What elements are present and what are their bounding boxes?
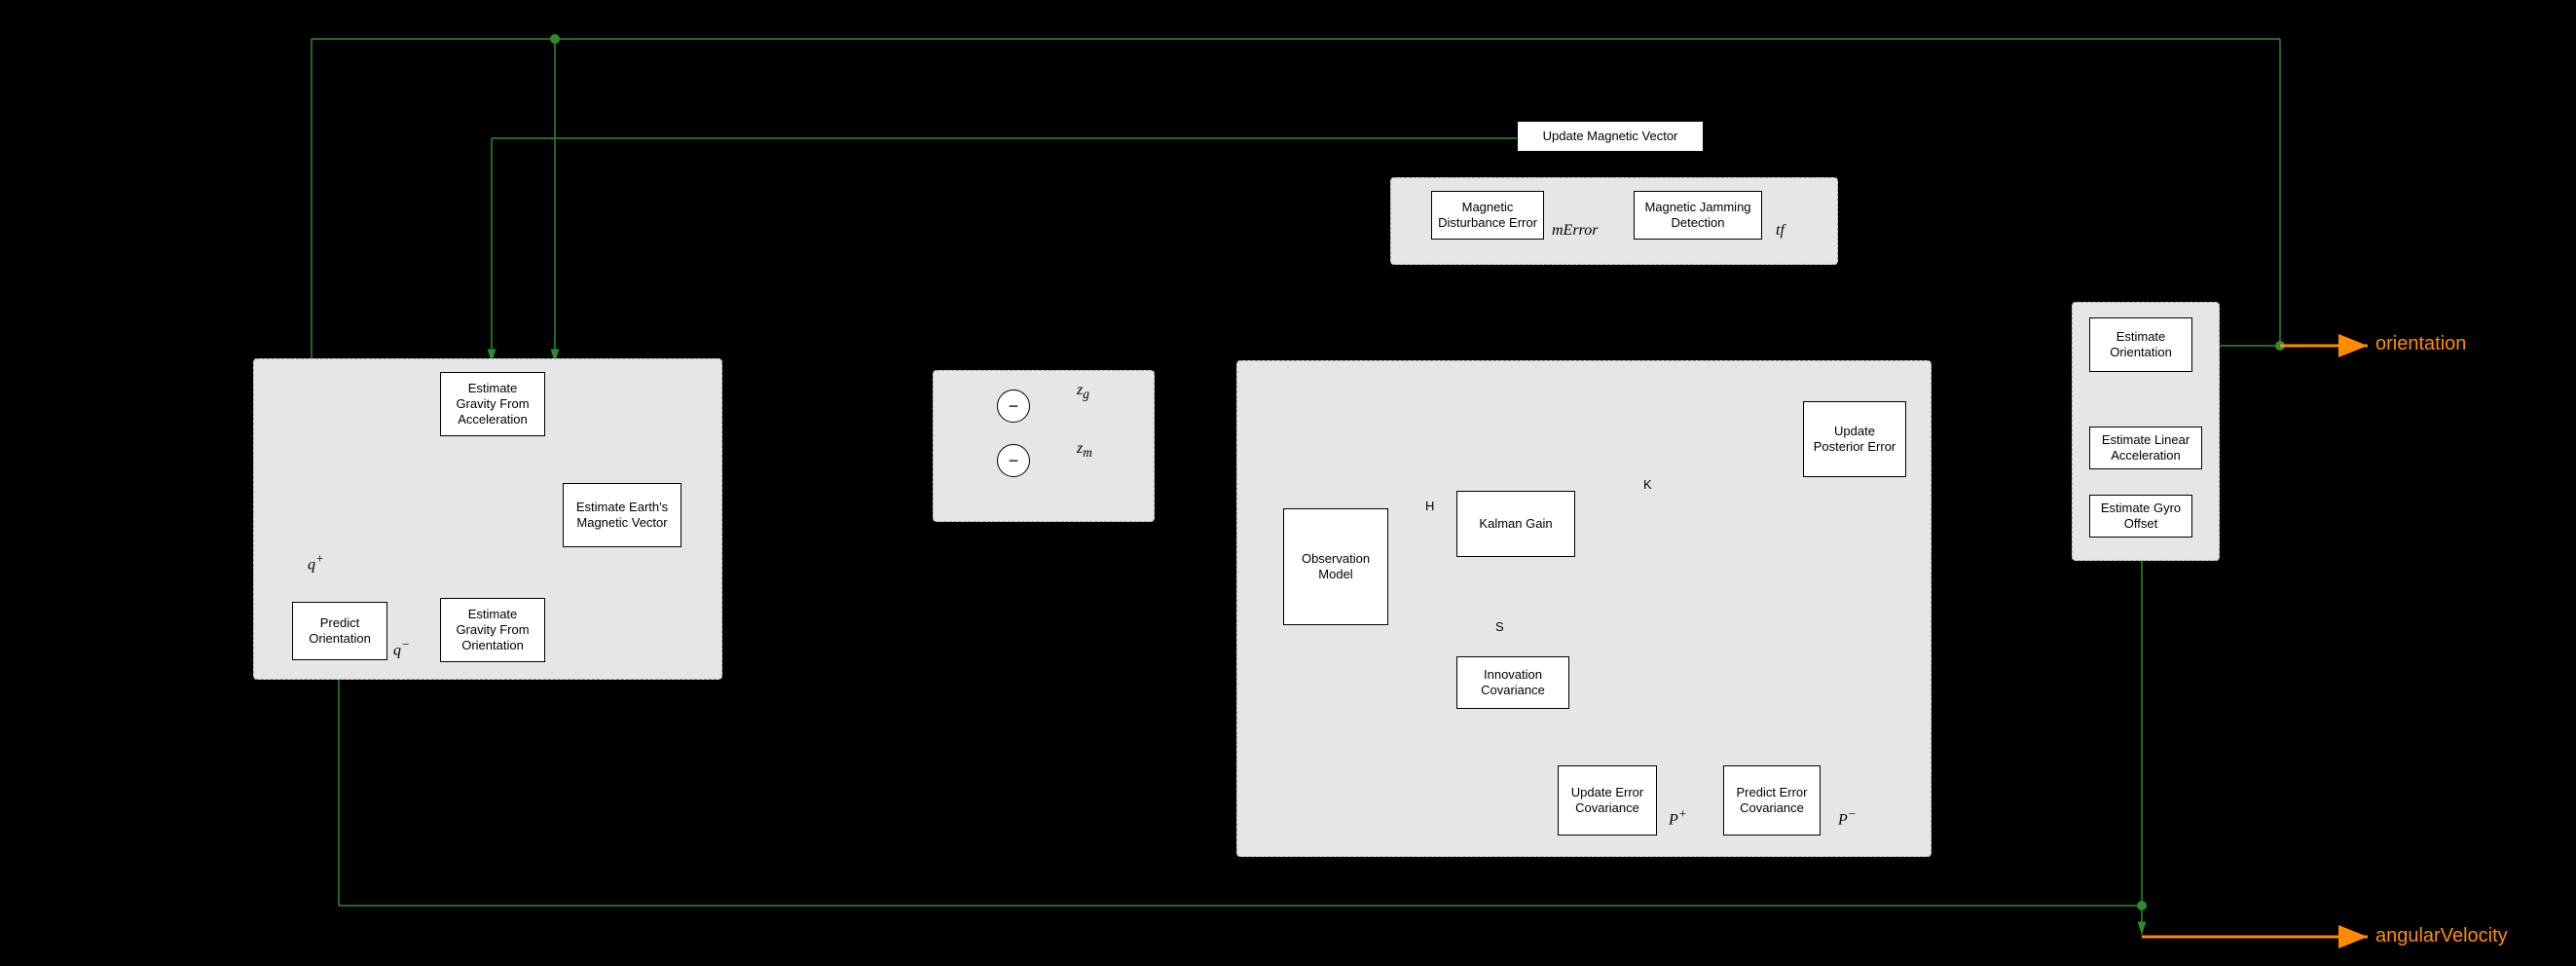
label-zm: zm	[1077, 440, 1092, 461]
label-K: K	[1643, 477, 1652, 492]
output-orientation: orientation	[2375, 333, 2466, 355]
block-est-gyro-offset: Estimate Gyro Offset	[2089, 495, 2192, 538]
label-q-plus: q+	[308, 551, 324, 574]
block-update-post-err: Update Posterior Error	[1803, 401, 1906, 477]
sum-minus-1: −	[997, 390, 1030, 423]
output-angular-velocity: angularVelocity	[2375, 925, 2508, 947]
label-P-plus: P+	[1669, 806, 1687, 829]
label-P-minus: P−	[1838, 806, 1857, 829]
group-measurement-diff	[933, 370, 1155, 522]
block-predict-orientation: Predict Orientation	[292, 602, 387, 660]
label-zg: zg	[1077, 382, 1089, 402]
block-update-err-cov: Update Error Covariance	[1558, 765, 1657, 836]
label-H: H	[1425, 499, 1434, 513]
block-innov-cov: Innovation Covariance	[1456, 656, 1569, 709]
block-mag-dist-err: Magnetic Disturbance Error	[1431, 191, 1544, 240]
sum-minus-2: −	[997, 444, 1030, 477]
block-kalman-gain: Kalman Gain	[1456, 491, 1575, 557]
label-S: S	[1495, 619, 1504, 634]
block-update-mag-vec: Update Magnetic Vector	[1517, 121, 1704, 152]
block-mag-jam-detect: Magnetic Jamming Detection	[1634, 191, 1762, 240]
block-est-lin-accel: Estimate Linear Acceleration	[2089, 427, 2202, 469]
block-obs-model: Observation Model	[1283, 508, 1388, 625]
label-q-minus: q−	[393, 637, 410, 659]
label-merror: mError	[1552, 222, 1598, 240]
block-predict-err-cov: Predict Error Covariance	[1723, 765, 1821, 836]
label-tf: tf	[1776, 222, 1785, 240]
block-est-gravity-accel: Estimate Gravity From Acceleration	[440, 372, 545, 436]
block-est-gravity-orient: Estimate Gravity From Orientation	[440, 598, 545, 662]
block-est-earth-mag: Estimate Earth's Magnetic Vector	[563, 483, 681, 547]
block-est-orientation: Estimate Orientation	[2089, 317, 2192, 372]
